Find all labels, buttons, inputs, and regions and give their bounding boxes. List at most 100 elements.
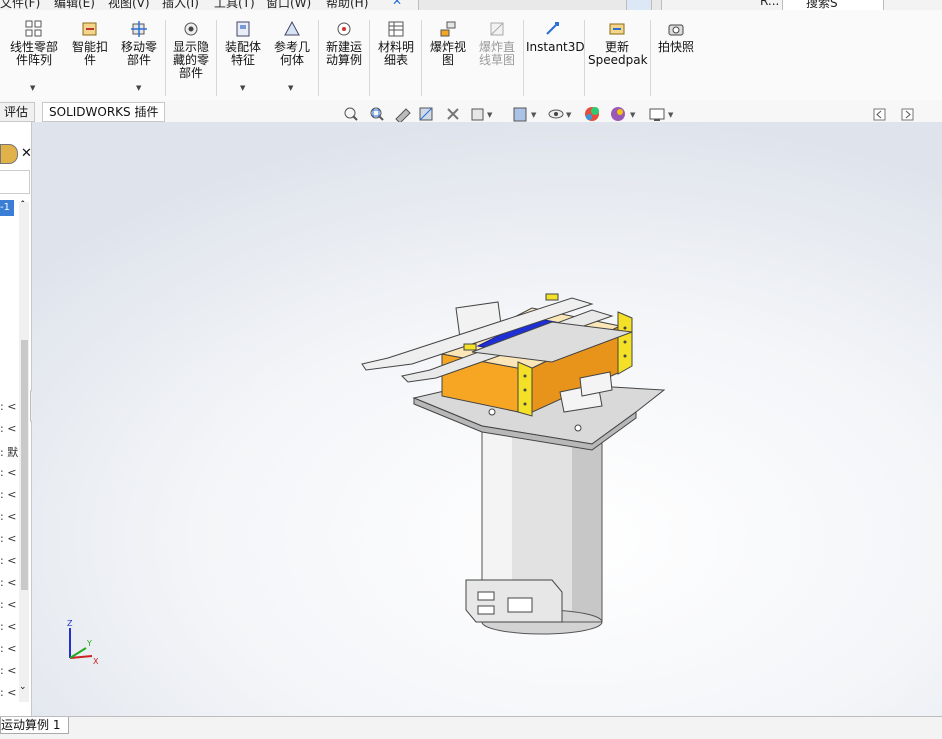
tree-row[interactable]: : < bbox=[0, 686, 16, 699]
zoom-area-icon[interactable] bbox=[370, 107, 384, 121]
show-hidden-button[interactable]: 显示隐 藏的零 部件 bbox=[168, 16, 214, 80]
tree-row[interactable]: : < bbox=[0, 510, 16, 523]
tree-row[interactable]: : < bbox=[0, 422, 16, 435]
menu-edit[interactable]: 编辑(E) bbox=[54, 0, 95, 10]
menu-bar: 文件(F) 编辑(E) 视图(V) 插入(I) 工具(T) 窗口(W) 帮助(H… bbox=[0, 0, 942, 10]
view-orientation-icon[interactable]: ▼ bbox=[471, 108, 493, 121]
move-component-dropdown-icon[interactable]: ▼ bbox=[136, 84, 141, 92]
menu-tools[interactable]: 工具(T) bbox=[214, 0, 255, 10]
ribbon-separator bbox=[216, 20, 217, 96]
panel-close-icon[interactable]: ✕ bbox=[21, 146, 31, 161]
ribbon-separator bbox=[318, 20, 319, 96]
viewport-panel-controls bbox=[873, 108, 914, 121]
show-hidden-label: 显示隐 藏的零 部件 bbox=[172, 40, 209, 80]
hide-show-items-icon[interactable]: ▼ bbox=[548, 109, 572, 119]
filter-field[interactable] bbox=[0, 170, 30, 194]
scroll-down-icon[interactable]: ⌄ bbox=[19, 682, 27, 692]
bom-icon bbox=[388, 21, 404, 37]
instant3d-button[interactable]: Instant3D bbox=[526, 16, 585, 54]
heads-up-view-toolbar: ▼ ▼ ▼ ▼ ▼ bbox=[344, 107, 674, 123]
update-speedpak-label: 更新 Speedpak bbox=[588, 40, 648, 67]
tree-top-item[interactable]: -1 bbox=[0, 200, 14, 216]
smart-fastener-button[interactable]: 智能扣 件 bbox=[66, 16, 114, 67]
bom-button[interactable]: 材料明 细表 bbox=[373, 16, 419, 67]
tree-row[interactable]: : < bbox=[0, 400, 16, 413]
tree-row[interactable]: : < bbox=[0, 532, 16, 545]
exploded-view-button[interactable]: 爆炸视 图 bbox=[425, 16, 471, 67]
menu-insert[interactable]: 插入(I) bbox=[162, 0, 199, 10]
ribbon-separator bbox=[650, 20, 651, 96]
collapse-left-icon[interactable] bbox=[873, 108, 886, 121]
ribbon-separator bbox=[523, 20, 524, 96]
tree-row[interactable]: : < bbox=[0, 642, 16, 655]
tree-scrollbar-thumb[interactable] bbox=[21, 340, 28, 590]
tree-row[interactable]: : < bbox=[0, 620, 16, 633]
menu-help[interactable]: 帮助(H) bbox=[326, 0, 368, 10]
linear-pattern-dropdown-icon[interactable]: ▼ bbox=[30, 84, 35, 92]
move-component-icon bbox=[131, 21, 147, 37]
snapshot-icon bbox=[668, 24, 684, 36]
svg-text:▼: ▼ bbox=[566, 111, 572, 119]
tree-row[interactable]: : < bbox=[0, 488, 16, 501]
menu-window[interactable]: 窗口(W) bbox=[266, 0, 311, 10]
new-motion-study-button[interactable]: 新建运 动算例 bbox=[321, 16, 367, 67]
edit-appearance-icon[interactable] bbox=[585, 107, 599, 121]
assembly-model bbox=[361, 293, 666, 635]
snapshot-button[interactable]: 拍快照 bbox=[653, 16, 699, 54]
dynamic-annotation-icon[interactable] bbox=[447, 108, 459, 120]
tree-row[interactable]: : < bbox=[0, 598, 16, 611]
exploded-view-label: 爆炸视 图 bbox=[429, 40, 466, 67]
move-component-button[interactable]: 移动零 部件 bbox=[116, 16, 162, 67]
reference-geometry-dropdown-icon[interactable]: ▼ bbox=[288, 84, 293, 92]
select-arrow-icon[interactable] bbox=[626, 0, 652, 10]
assembly-feature-icon bbox=[236, 21, 250, 37]
reference-geometry-icon bbox=[284, 20, 300, 36]
user-label[interactable]: R... bbox=[760, 0, 779, 8]
y-axis-label: Y bbox=[86, 639, 92, 648]
instant3d-label: Instant3D bbox=[526, 40, 585, 54]
reference-geometry-label: 参考几 何体 bbox=[273, 40, 310, 67]
linear-pattern-icon bbox=[25, 20, 42, 37]
appearance-tab-icon[interactable] bbox=[0, 144, 18, 164]
tree-row[interactable]: : < bbox=[0, 466, 16, 479]
connector-block bbox=[465, 579, 563, 623]
previous-view-icon[interactable] bbox=[395, 108, 411, 123]
tree-row[interactable]: : < bbox=[0, 576, 16, 589]
graphics-viewport[interactable]: Z X Y bbox=[32, 122, 942, 716]
axis-triad: Z X Y bbox=[67, 619, 99, 666]
svg-text:▼: ▼ bbox=[630, 111, 636, 119]
tab-solidworks-addins[interactable]: SOLIDWORKS 插件 bbox=[42, 102, 166, 122]
apply-scene-icon[interactable]: ▼ bbox=[611, 107, 636, 121]
expand-right-icon[interactable] bbox=[901, 108, 914, 121]
speedpak-icon bbox=[609, 23, 625, 35]
tree-row[interactable]: : 默 bbox=[0, 444, 18, 460]
assembly-feature-button[interactable]: 装配体 特征 bbox=[220, 16, 266, 67]
update-speedpak-button[interactable]: 更新 Speedpak bbox=[588, 16, 648, 67]
tree-row[interactable]: : < bbox=[0, 554, 16, 567]
menu-file[interactable]: 文件(F) bbox=[0, 0, 40, 10]
reference-geometry-button[interactable]: 参考几 何体 bbox=[270, 16, 314, 67]
motion-study-tab[interactable]: 运动算例 1 bbox=[0, 717, 70, 734]
display-style-icon[interactable]: ▼ bbox=[513, 107, 537, 122]
instant3d-icon bbox=[546, 22, 559, 35]
new-motion-study-label: 新建运 动算例 bbox=[325, 40, 362, 67]
tab-evaluate[interactable]: 评估 bbox=[0, 102, 36, 122]
show-hidden-icon bbox=[184, 22, 198, 36]
assembly-feature-dropdown-icon[interactable]: ▼ bbox=[240, 84, 245, 92]
pin-icon[interactable]: ✕ bbox=[392, 0, 402, 8]
section-view-icon[interactable] bbox=[419, 107, 433, 121]
smart-fastener-icon bbox=[82, 22, 97, 36]
explode-line-sketch-button[interactable]: 爆炸直 线草图 bbox=[473, 16, 521, 67]
move-component-label: 移动零 部件 bbox=[120, 40, 157, 67]
assembly-feature-label: 装配体 特征 bbox=[224, 40, 261, 67]
linear-pattern-button[interactable]: 线性零部 件阵列 bbox=[6, 16, 62, 67]
tree-row[interactable]: : < bbox=[0, 664, 16, 677]
z-axis-label: Z bbox=[67, 619, 73, 628]
svg-text:▼: ▼ bbox=[487, 111, 493, 119]
explode-line-sketch-icon bbox=[490, 22, 504, 36]
command-manager-ribbon: 线性零部 件阵列 ▼ 智能扣 件 移动零 部件 ▼ 显示隐 藏的零 部件 装配体… bbox=[0, 10, 942, 101]
menu-view[interactable]: 视图(V) bbox=[108, 0, 150, 10]
snapshot-label: 拍快照 bbox=[657, 40, 694, 54]
zoom-to-fit-icon[interactable] bbox=[344, 107, 358, 121]
view-settings-icon[interactable]: ▼ bbox=[649, 108, 674, 121]
